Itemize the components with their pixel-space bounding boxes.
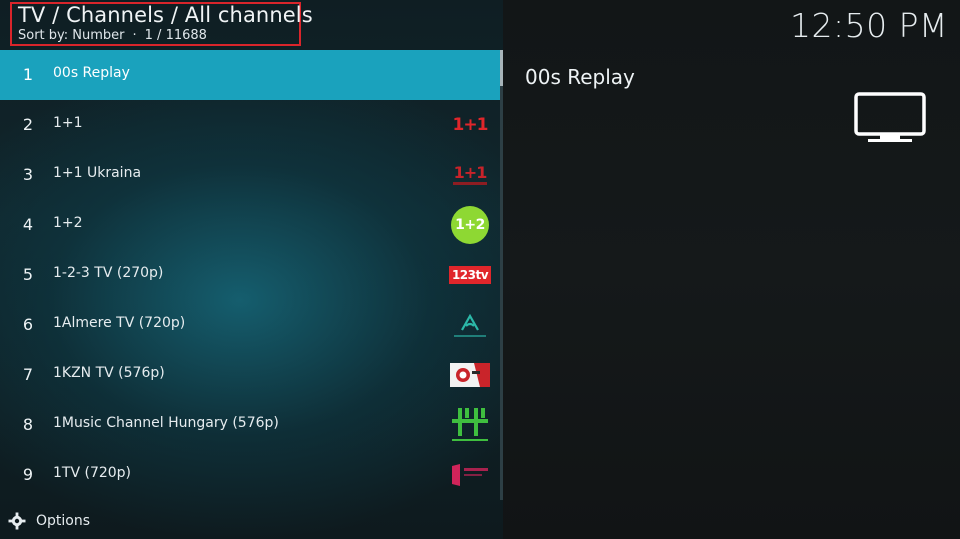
channel-number: 8 [22, 415, 34, 434]
channel-name: 1+1 [53, 115, 83, 131]
list-scrollbar[interactable] [500, 50, 503, 500]
channel-number: 5 [22, 265, 34, 284]
1tv-logo [449, 458, 491, 492]
tv-icon [854, 92, 926, 142]
1plus1-logo: 1+1 [452, 115, 489, 135]
1plus1-ukraina-logo: 1+1 [449, 158, 491, 192]
channel-name: 1TV (720p) [53, 465, 132, 481]
channel-name: 00s Replay [53, 65, 130, 81]
gear-icon [8, 512, 26, 530]
list-position: 1 / 11688 [144, 28, 207, 43]
channel-name: 1+1 Ukraina [53, 165, 142, 181]
options-label: Options [36, 513, 91, 529]
1plus2-logo: 1+2 [449, 206, 491, 244]
sort-label: Sort by: Number [18, 28, 125, 43]
page-title: TV / Channels / All channels [18, 3, 313, 27]
kodi-tv-channels-screen: TV / Channels / All channels Sort by: Nu… [0, 0, 960, 539]
channel-number: 4 [22, 215, 34, 234]
selected-channel-title: 00s Replay [525, 65, 635, 89]
logo-underline [453, 182, 487, 185]
channel-number: 6 [22, 315, 34, 334]
123tv-logo: 123tv [448, 258, 492, 292]
channel-row[interactable]: 4 1+2 1+2 [0, 200, 500, 250]
scroll-thumb[interactable] [500, 50, 503, 86]
channel-number: 1 [22, 65, 34, 84]
channel-row[interactable]: 8 1Music Channel Hungary (576p) [0, 400, 500, 450]
channel-list[interactable]: 1 00s Replay 2 1+1 1+1 3 1+1 Ukraina 1+1… [0, 50, 500, 500]
channel-name: 1KZN TV (576p) [53, 365, 165, 381]
options-button[interactable]: Options [8, 510, 90, 532]
channel-number: 9 [22, 465, 34, 484]
channel-name: 1+2 [53, 215, 83, 231]
channel-row[interactable]: 7 1KZN TV (576p) [0, 350, 500, 400]
sort-info[interactable]: Sort by: Number · 1 / 11688 [18, 28, 207, 43]
channel-number: 7 [22, 365, 34, 384]
separator-dot: · [132, 28, 137, 43]
channel-row[interactable]: 6 1Almere TV (720p) [0, 300, 500, 350]
channel-name: 1-2-3 TV (270p) [53, 265, 164, 281]
channel-row[interactable]: 1 00s Replay [0, 50, 500, 100]
clock: 12:50 PM [790, 6, 948, 45]
channel-number: 2 [22, 115, 34, 134]
channel-row[interactable]: 9 1TV (720p) [0, 450, 500, 500]
1music-logo [449, 404, 491, 446]
channel-number: 3 [22, 165, 34, 184]
channel-name: 1Almere TV (720p) [53, 315, 186, 331]
channel-name: 1Music Channel Hungary (576p) [53, 415, 279, 431]
1kzn-logo [449, 358, 491, 392]
channel-row[interactable]: 2 1+1 1+1 [0, 100, 500, 150]
1almere-logo [449, 308, 491, 342]
channel-row[interactable]: 5 1-2-3 TV (270p) 123tv [0, 250, 500, 300]
channel-row[interactable]: 3 1+1 Ukraina 1+1 [0, 150, 500, 200]
